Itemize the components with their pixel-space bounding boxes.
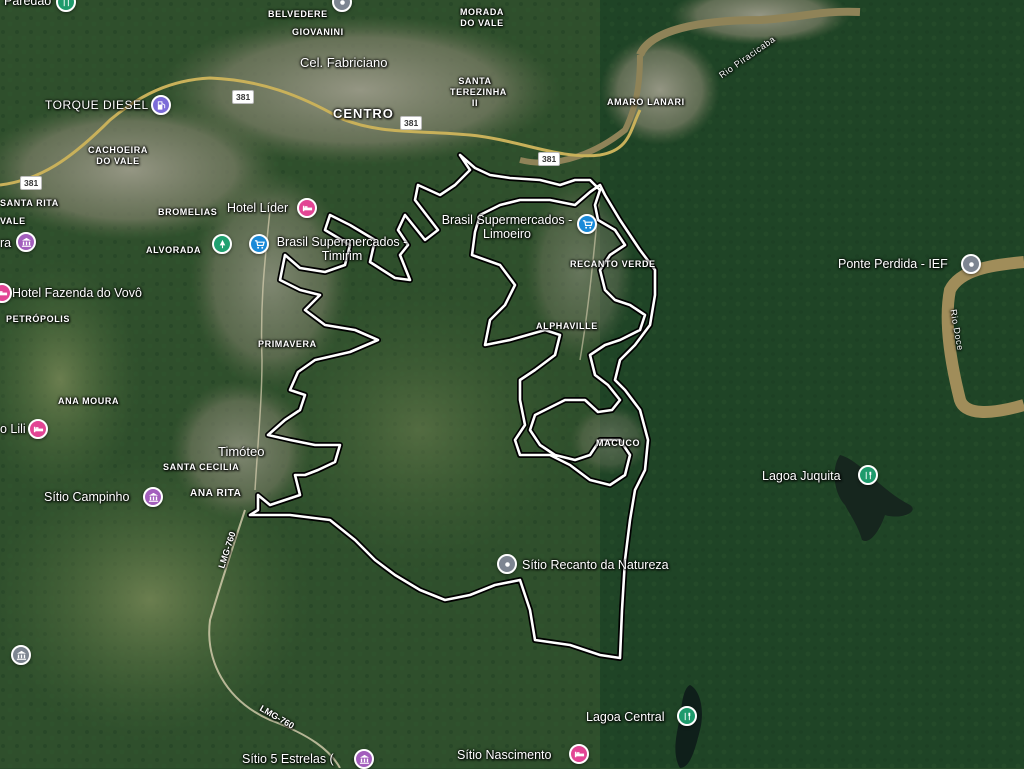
dot-pin-icon[interactable] (961, 254, 981, 274)
highway-shield: 381 (20, 176, 43, 190)
highway-shield: 381 (400, 116, 423, 130)
landmark-icon[interactable] (11, 645, 31, 665)
park-icon[interactable] (677, 706, 697, 726)
bed-icon[interactable] (297, 198, 317, 218)
landmark-icon[interactable] (16, 232, 36, 252)
urban-area-amaro (600, 35, 720, 145)
highway-shield: 381 (538, 152, 561, 166)
dot-pin-icon[interactable] (497, 554, 517, 574)
gas-station-icon[interactable] (151, 95, 171, 115)
park-icon[interactable] (212, 234, 232, 254)
shopping-cart-icon[interactable] (577, 214, 597, 234)
highway-shield: 381 (232, 90, 255, 104)
bed-icon[interactable] (569, 744, 589, 764)
shopping-cart-icon[interactable] (249, 234, 269, 254)
landmark-icon[interactable] (354, 749, 374, 769)
landmark-icon[interactable] (143, 487, 163, 507)
satellite-map[interactable] (0, 0, 1024, 768)
park-icon[interactable] (858, 465, 878, 485)
bed-icon[interactable] (28, 419, 48, 439)
